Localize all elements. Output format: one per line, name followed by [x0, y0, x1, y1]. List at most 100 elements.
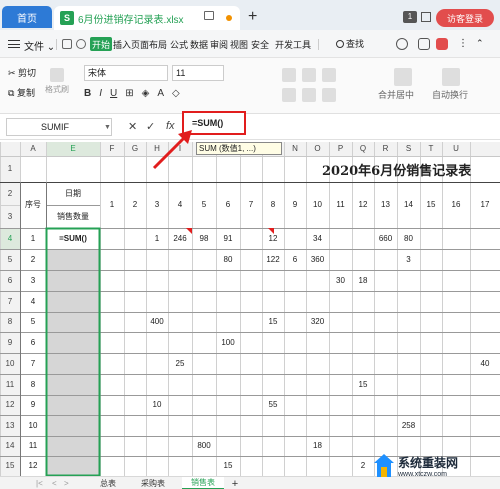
cell-value[interactable]: [240, 395, 262, 415]
cell-value[interactable]: [284, 291, 306, 312]
cell-value[interactable]: 258: [397, 415, 420, 436]
next-sheet-icon[interactable]: >: [64, 479, 69, 488]
cell-value[interactable]: [216, 270, 240, 291]
cell-value[interactable]: [470, 270, 500, 291]
cell-value[interactable]: [306, 395, 329, 415]
cell-value[interactable]: [168, 374, 192, 395]
header-day[interactable]: 8: [262, 182, 284, 228]
header-day[interactable]: 4: [168, 182, 192, 228]
cell-value[interactable]: [146, 291, 168, 312]
cell-value[interactable]: [262, 374, 284, 395]
cell-value[interactable]: [442, 291, 470, 312]
header-seq[interactable]: 序号: [20, 182, 46, 228]
cell-value[interactable]: [168, 436, 192, 456]
border-icon[interactable]: ⊞: [125, 88, 133, 99]
row-header[interactable]: 9: [0, 332, 20, 353]
cell-seq[interactable]: 6: [20, 332, 46, 353]
first-sheet-icon[interactable]: |<: [36, 479, 43, 488]
cell-value[interactable]: [124, 312, 146, 332]
cloud-icon[interactable]: [396, 38, 408, 50]
clear-format-icon[interactable]: ◇: [172, 88, 180, 99]
hamburger-menu-icon[interactable]: [8, 40, 20, 48]
align-right-icon[interactable]: [322, 88, 336, 102]
cell-value[interactable]: [216, 415, 240, 436]
cell-value[interactable]: [192, 395, 216, 415]
header-day[interactable]: 5: [192, 182, 216, 228]
cell-value[interactable]: [374, 270, 397, 291]
column-header[interactable]: E: [46, 142, 100, 156]
guest-login-button[interactable]: 访客登录: [436, 9, 494, 27]
cell-total[interactable]: [46, 456, 100, 476]
cell-value[interactable]: [284, 332, 306, 353]
bell-icon[interactable]: [436, 38, 448, 50]
header-day[interactable]: 10: [306, 182, 329, 228]
cell-value[interactable]: 18: [352, 270, 374, 291]
row-header[interactable]: 15: [0, 456, 20, 476]
column-header[interactable]: A: [20, 142, 46, 156]
row-header[interactable]: 2: [0, 182, 20, 205]
cell-value[interactable]: 246: [168, 228, 192, 249]
cell-value[interactable]: [329, 249, 352, 270]
cell-value[interactable]: [124, 395, 146, 415]
cancel-formula-button[interactable]: ✕: [128, 120, 137, 133]
sheet-tab-purchase[interactable]: 采购表: [132, 477, 174, 489]
cell-value[interactable]: [262, 415, 284, 436]
cell-value[interactable]: [470, 291, 500, 312]
cell-value[interactable]: [329, 312, 352, 332]
align-middle-icon[interactable]: [302, 68, 316, 82]
cell-value[interactable]: [168, 249, 192, 270]
cell-value[interactable]: 18: [306, 436, 329, 456]
cell-total[interactable]: [46, 353, 100, 374]
cell-value[interactable]: [374, 312, 397, 332]
cell-value[interactable]: [284, 415, 306, 436]
active-formula-cell[interactable]: =SUM(): [46, 228, 100, 249]
cell-value[interactable]: [240, 456, 262, 476]
cell-value[interactable]: [100, 228, 124, 249]
align-top-icon[interactable]: [282, 68, 296, 82]
header-day[interactable]: 13: [374, 182, 397, 228]
cell-value[interactable]: [192, 312, 216, 332]
header-day[interactable]: 9: [284, 182, 306, 228]
font-size-select[interactable]: 11: [172, 65, 224, 81]
cell-value[interactable]: [470, 332, 500, 353]
cell-total[interactable]: [46, 249, 100, 270]
cell-value[interactable]: [168, 456, 192, 476]
cell-value[interactable]: [100, 436, 124, 456]
cell-value[interactable]: [216, 353, 240, 374]
format-painter-label[interactable]: 格式刷: [40, 84, 74, 95]
cell-value[interactable]: [146, 436, 168, 456]
header-day[interactable]: 17: [470, 182, 500, 228]
cell-value[interactable]: [284, 436, 306, 456]
cell-value[interactable]: [124, 270, 146, 291]
cell-value[interactable]: [397, 291, 420, 312]
tab-security[interactable]: 安全: [251, 38, 269, 51]
column-header[interactable]: F: [100, 142, 124, 156]
cell-value[interactable]: [306, 270, 329, 291]
header-day[interactable]: 1: [100, 182, 124, 228]
tab-developer[interactable]: 开发工具: [275, 38, 311, 51]
cell-value[interactable]: [329, 456, 352, 476]
cell-value[interactable]: [442, 353, 470, 374]
new-tab-button[interactable]: +: [248, 8, 257, 26]
cell-total[interactable]: [46, 374, 100, 395]
cell-total[interactable]: [46, 395, 100, 415]
cell-value[interactable]: [216, 374, 240, 395]
cell-value[interactable]: [442, 249, 470, 270]
cell-value[interactable]: [124, 374, 146, 395]
cell-value[interactable]: [420, 228, 442, 249]
cell-value[interactable]: [397, 353, 420, 374]
layout-icon[interactable]: [421, 12, 431, 22]
cell-seq[interactable]: 4: [20, 291, 46, 312]
format-painter-icon[interactable]: [50, 68, 64, 82]
header-day[interactable]: 2: [124, 182, 146, 228]
cell-value[interactable]: [374, 332, 397, 353]
cell-seq[interactable]: 11: [20, 436, 46, 456]
cell-value[interactable]: [168, 291, 192, 312]
header-day[interactable]: 16: [442, 182, 470, 228]
cell-value[interactable]: [397, 312, 420, 332]
cell-value[interactable]: [442, 332, 470, 353]
file-tab[interactable]: S 6月份进销存记录表.xlsx: [54, 6, 240, 30]
cell-value[interactable]: [420, 415, 442, 436]
cell-value[interactable]: [352, 312, 374, 332]
column-header[interactable]: U: [442, 142, 470, 156]
